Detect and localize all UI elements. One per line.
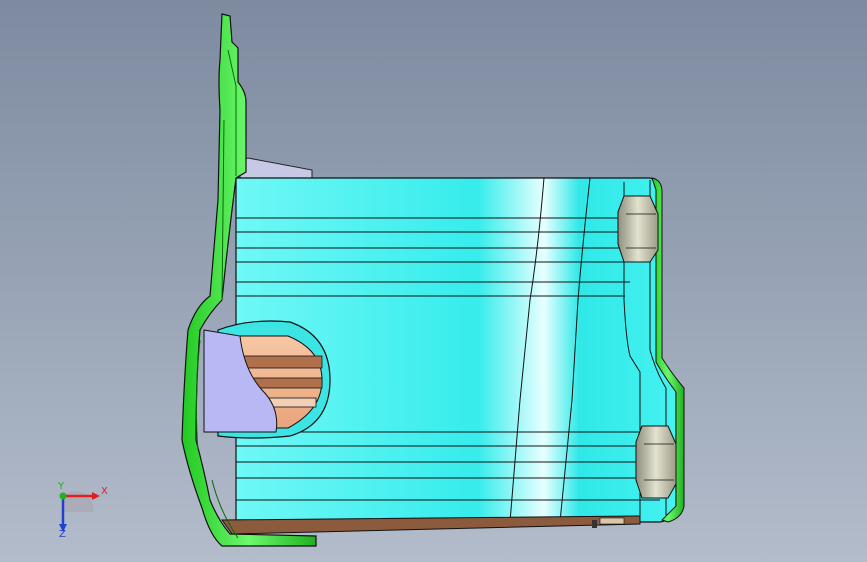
bore-opening[interactable] bbox=[203, 320, 331, 439]
triad-graphic bbox=[59, 491, 100, 532]
y-axis-label: Y bbox=[58, 481, 65, 492]
cad-model[interactable] bbox=[0, 0, 867, 562]
x-axis-label: X bbox=[101, 486, 108, 497]
y-axis-dot bbox=[59, 492, 67, 500]
graphics-viewport[interactable]: X Y Z bbox=[0, 0, 867, 562]
coordinate-triad: X Y Z bbox=[48, 482, 108, 542]
bracket-tab[interactable] bbox=[239, 157, 313, 181]
triad-quadrant bbox=[63, 491, 94, 512]
hex-nut-top[interactable] bbox=[617, 195, 659, 263]
x-arrow-head bbox=[92, 492, 100, 500]
z-axis-label: Z bbox=[59, 529, 66, 540]
hex-nut-bottom[interactable] bbox=[635, 425, 677, 499]
